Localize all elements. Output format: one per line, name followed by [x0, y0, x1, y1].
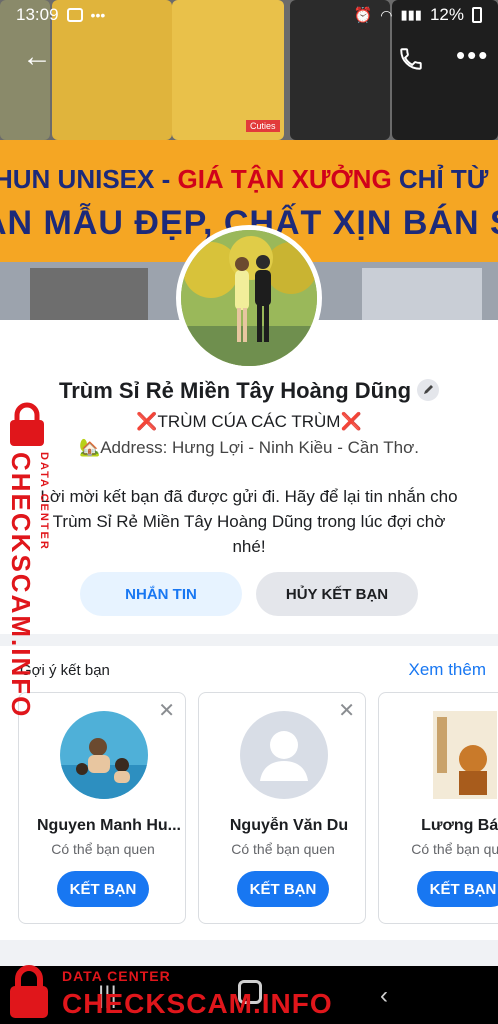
suggestion-subtitle: Có thể bạn quen: [51, 841, 155, 857]
watermark-bottom: DATA CENTER CHECKSCAM.INFO: [0, 960, 332, 1024]
watermark-side: DATA CENTER CHECKSCAM.INFO: [0, 402, 58, 718]
overflow-dots-icon: •••: [90, 7, 106, 23]
cross-mark-icon: ❌: [136, 412, 158, 431]
house-icon: 🏡: [79, 438, 101, 457]
close-icon[interactable]: ✕: [338, 701, 355, 721]
screen: Cuties HUN UNISEX - GIÁ TẬN XƯỞNG CHỈ TỪ…: [0, 0, 498, 1024]
battery-percent: 12%: [429, 5, 464, 24]
profile-name-row: Trùm Sỉ Rẻ Miền Tây Hoàng Dũng: [0, 378, 498, 404]
suggestion-card[interactable]: ✕ Nguyen Manh Hu... Có thể bạn quen KẾT …: [18, 692, 186, 924]
avatar-photo: [181, 230, 317, 366]
suggestion-card[interactable]: Lương Bá Li Có thể bạn quen KẾT BẠN: [378, 692, 498, 924]
suggestion-name[interactable]: Nguyễn Văn Du: [209, 817, 365, 835]
profile-address: 🏡Address: Hưng Lợi - Ninh Kiều - Cần Thơ…: [79, 438, 419, 457]
suggestion-avatar[interactable]: [60, 711, 148, 799]
add-friend-button[interactable]: KẾT BẠN: [237, 871, 329, 907]
see-more-link[interactable]: Xem thêm: [409, 660, 486, 680]
add-friend-button[interactable]: KẾT BẠN: [417, 871, 498, 907]
profile-avatar[interactable]: [176, 225, 322, 371]
friend-request-notice: Lời mời kết bạn đã được gửi đi. Hãy để l…: [40, 487, 458, 556]
status-bar: 13:09 ••• ⏰ ◠ ▮▮▮ 12%: [0, 0, 498, 30]
cover-action-bar: ← •••: [0, 42, 498, 76]
suggestion-name[interactable]: Lương Bá Li: [389, 817, 498, 835]
gallery-icon: [66, 8, 83, 22]
edit-pencil-icon[interactable]: [417, 379, 440, 402]
cancel-friend-request-button[interactable]: HỦY KẾT BẠN: [256, 572, 418, 616]
alarm-icon: ⏰: [353, 7, 373, 24]
watermark-main-text: CHECKSCAM.INFO: [62, 988, 333, 1019]
suggestion-subtitle: Có thể bạn quen: [231, 841, 335, 857]
lock-icon: [10, 965, 48, 1018]
suggestion-name[interactable]: Nguyen Manh Hu...: [29, 817, 185, 835]
default-avatar-icon[interactable]: [240, 711, 328, 799]
profile-name: Trùm Sỉ Rẻ Miền Tây Hoàng Dũng: [58, 378, 412, 403]
close-icon[interactable]: ✕: [158, 701, 175, 721]
watermark-small-text: DATA CENTER: [62, 968, 171, 984]
profile-subtitle: ❌TRÙM CÚA CÁC TRÙM❌: [136, 412, 362, 431]
signal-icon: ▮▮▮: [400, 7, 422, 22]
wifi-icon: ◠: [380, 6, 393, 23]
lock-icon: [10, 402, 44, 446]
watermark-side-text: DATA CENTER CHECKSCAM.INFO: [6, 452, 50, 719]
status-time: 13:09: [16, 5, 59, 24]
battery-icon: [472, 7, 482, 23]
message-button[interactable]: NHẮN TIN: [80, 572, 242, 616]
suggestion-subtitle: Có thể bạn quen: [411, 841, 498, 857]
suggestion-card[interactable]: ✕ Nguyễn Văn Du Có thể bạn quen KẾT BẠN: [198, 692, 366, 924]
cross-mark-icon: ❌: [340, 412, 362, 431]
suggestion-avatar[interactable]: [433, 711, 497, 799]
banner-line-1: HUN UNISEX - GIÁ TẬN XƯỞNG CHỈ TỪ: [0, 164, 489, 194]
more-options-icon[interactable]: •••: [456, 42, 489, 68]
phone-icon[interactable]: [398, 46, 424, 72]
back-icon[interactable]: ‹: [380, 982, 388, 1010]
add-friend-button[interactable]: KẾT BẠN: [57, 871, 149, 907]
back-arrow-icon[interactable]: ←: [22, 42, 52, 72]
friend-suggestions: Gợi ý kết bạn Xem thêm ✕ Nguyen Manh Hu.…: [0, 646, 498, 940]
cover-tag: Cuties: [246, 120, 280, 132]
